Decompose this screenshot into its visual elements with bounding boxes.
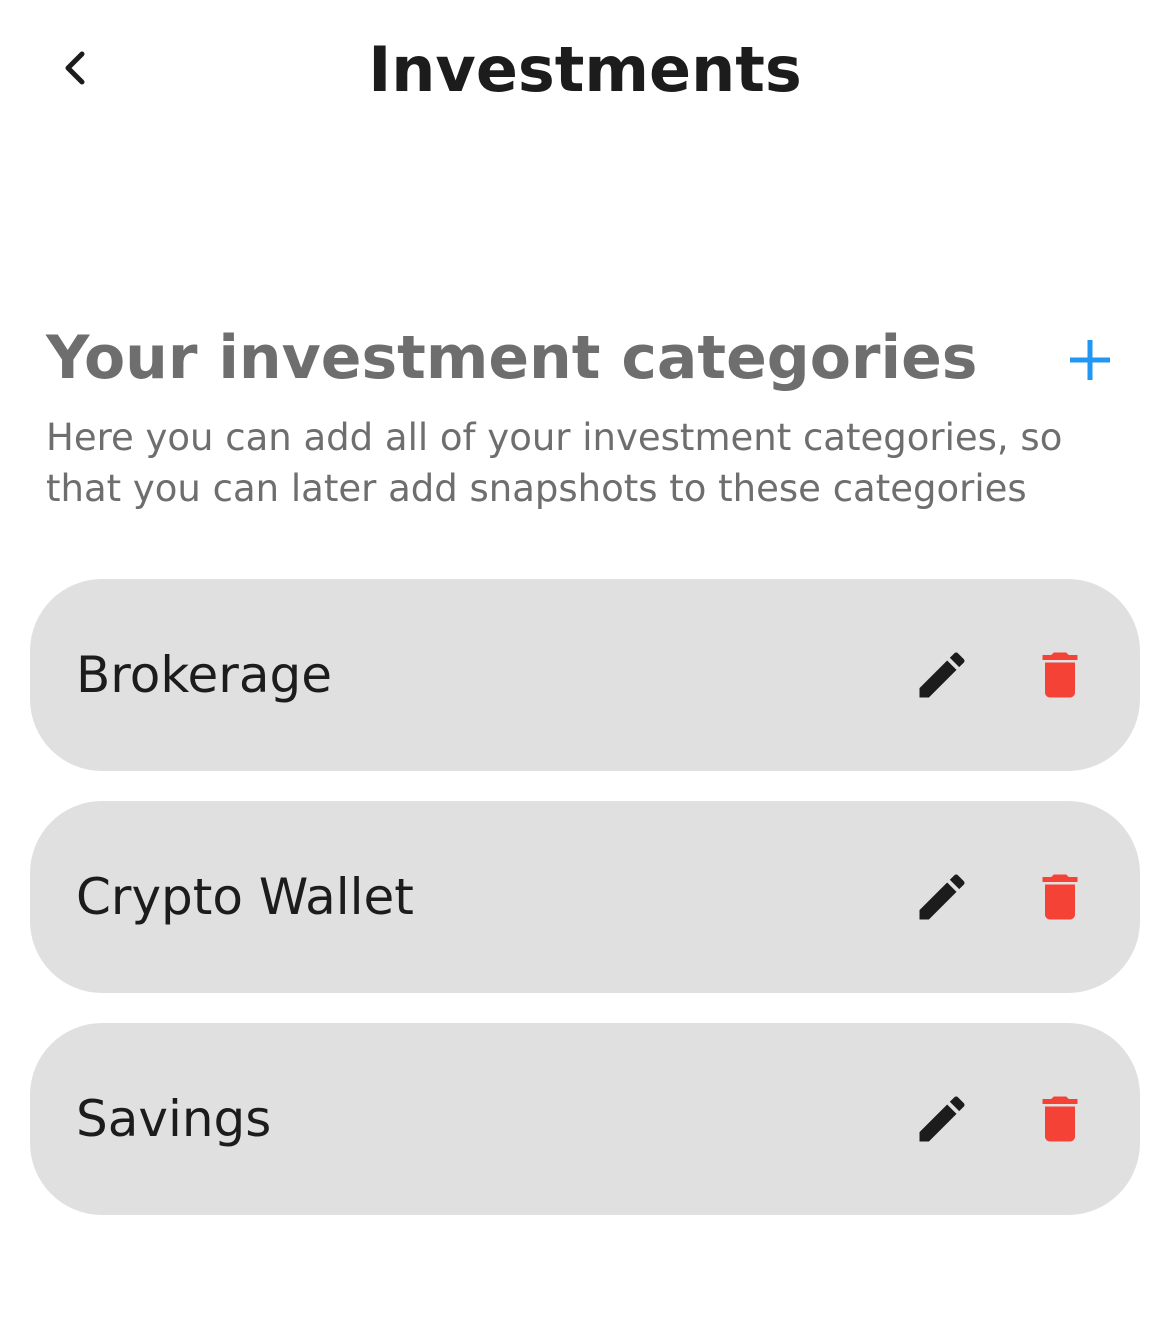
delete-button[interactable] bbox=[1028, 643, 1092, 707]
plus-icon bbox=[1070, 340, 1110, 380]
pencil-icon bbox=[919, 874, 965, 920]
category-name: Crypto Wallet bbox=[76, 868, 414, 926]
section-description: Here you can add all of your investment … bbox=[46, 416, 1063, 510]
category-name: Savings bbox=[76, 1090, 272, 1148]
trash-icon bbox=[1042, 1096, 1078, 1142]
category-card-crypto-wallet[interactable]: Crypto Wallet bbox=[30, 801, 1140, 993]
category-list: Brokerage Crypto Wallet Savings bbox=[30, 579, 1140, 1245]
page-title: Investments bbox=[368, 33, 802, 106]
edit-button[interactable] bbox=[910, 643, 974, 707]
category-card-savings[interactable]: Savings bbox=[30, 1023, 1140, 1215]
delete-button[interactable] bbox=[1028, 1087, 1092, 1151]
trash-icon bbox=[1042, 874, 1078, 920]
edit-button[interactable] bbox=[910, 865, 974, 929]
delete-button[interactable] bbox=[1028, 865, 1092, 929]
section-header: Your investment categories bbox=[46, 318, 1126, 398]
pencil-icon bbox=[919, 652, 965, 698]
trash-icon bbox=[1042, 652, 1078, 698]
pencil-icon bbox=[919, 1096, 965, 1142]
add-category-button[interactable] bbox=[1060, 330, 1120, 390]
category-card-brokerage[interactable]: Brokerage bbox=[30, 579, 1140, 771]
category-name: Brokerage bbox=[76, 646, 332, 704]
section-title: Your investment categories bbox=[46, 323, 978, 393]
edit-button[interactable] bbox=[910, 1087, 974, 1151]
navigation-bar: Investments bbox=[0, 0, 1170, 140]
